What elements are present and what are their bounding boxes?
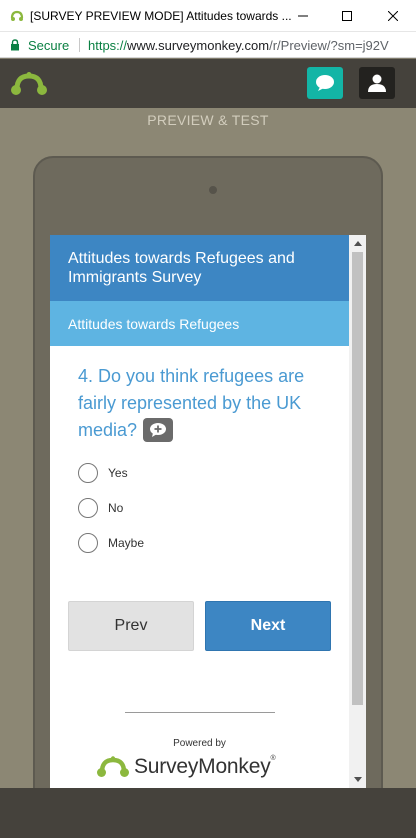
user-icon	[368, 74, 386, 92]
phone-camera	[209, 186, 217, 194]
add-comment-icon[interactable]	[143, 418, 174, 442]
question-text: 4. Do you think refugees are fairly repr…	[78, 363, 328, 444]
window-title: [SURVEY PREVIEW MODE] Attitudes towards …	[30, 9, 292, 23]
surveymonkey-topbar	[0, 59, 416, 108]
radio-maybe[interactable]	[78, 533, 98, 553]
comment-plus-icon	[150, 423, 167, 437]
option-label-no: No	[108, 501, 124, 515]
surveymonkey-favicon-icon	[10, 10, 24, 21]
question-body: Do you think refugees are fairly represe…	[78, 366, 305, 440]
option-maybe[interactable]: Maybe	[78, 532, 144, 554]
next-button[interactable]: Next	[205, 601, 331, 651]
surveymonkey-logo-icon[interactable]	[10, 71, 48, 97]
prev-button[interactable]: Prev	[68, 601, 194, 651]
maximize-button[interactable]	[324, 0, 370, 32]
close-button[interactable]	[370, 0, 416, 32]
minimize-icon	[298, 15, 308, 17]
chat-button[interactable]	[307, 67, 343, 99]
caret-down-icon	[353, 777, 362, 782]
surveymonkey-footer-logo[interactable]: SurveyMonkey®	[96, 755, 276, 779]
screen-scrollbar[interactable]	[349, 235, 366, 788]
preview-test-label: PREVIEW & TEST	[147, 112, 269, 128]
page-header: Attitudes towards Refugees	[50, 301, 349, 346]
option-no[interactable]: No	[78, 497, 123, 519]
close-icon	[388, 11, 398, 21]
powered-by-text: Powered by	[173, 738, 226, 749]
scroll-thumb[interactable]	[352, 252, 363, 705]
footer-divider	[125, 712, 275, 713]
address-bar[interactable]: Secure https://www.surveymonkey.com/r/Pr…	[0, 32, 416, 58]
question-number: 4.	[78, 366, 94, 386]
registered-mark: ®	[270, 755, 276, 762]
lock-icon	[11, 39, 19, 51]
address-separator	[79, 38, 80, 52]
scroll-down-button[interactable]	[349, 771, 366, 788]
option-label-maybe: Maybe	[108, 536, 145, 550]
radio-no[interactable]	[78, 498, 98, 518]
survey-header: Attitudes towards Refugees and Immigrant…	[50, 235, 349, 301]
user-account-button[interactable]	[359, 67, 395, 99]
url-scheme: https://	[88, 38, 128, 53]
url-text[interactable]: https://www.surveymonkey.com/r/Preview/?…	[88, 38, 389, 53]
surveymonkey-brand-icon	[97, 756, 129, 777]
maximize-icon	[342, 11, 352, 21]
page-title: Attitudes towards Refugees	[68, 316, 240, 332]
survey-screen: Attitudes towards Refugees and Immigrant…	[50, 235, 366, 788]
option-yes[interactable]: Yes	[78, 462, 128, 484]
bottom-bar	[0, 788, 416, 838]
secure-label: Secure	[28, 38, 70, 53]
caret-up-icon	[353, 241, 362, 246]
scroll-up-button[interactable]	[349, 235, 366, 252]
radio-yes[interactable]	[78, 463, 98, 483]
minimize-button[interactable]	[280, 0, 326, 32]
chat-bubble-icon	[316, 75, 334, 91]
brand-name: SurveyMonkey	[134, 755, 271, 778]
window-titlebar: [SURVEY PREVIEW MODE] Attitudes towards …	[0, 0, 416, 32]
survey-title: Attitudes towards Refugees and Immigrant…	[68, 250, 295, 286]
option-label-yes: Yes	[108, 466, 128, 480]
surveymonkey-wordmark: SurveyMonkey®	[134, 755, 276, 779]
url-path: /r/Preview/?sm=j92V	[269, 38, 389, 53]
url-host: www.surveymonkey.com	[127, 38, 270, 53]
